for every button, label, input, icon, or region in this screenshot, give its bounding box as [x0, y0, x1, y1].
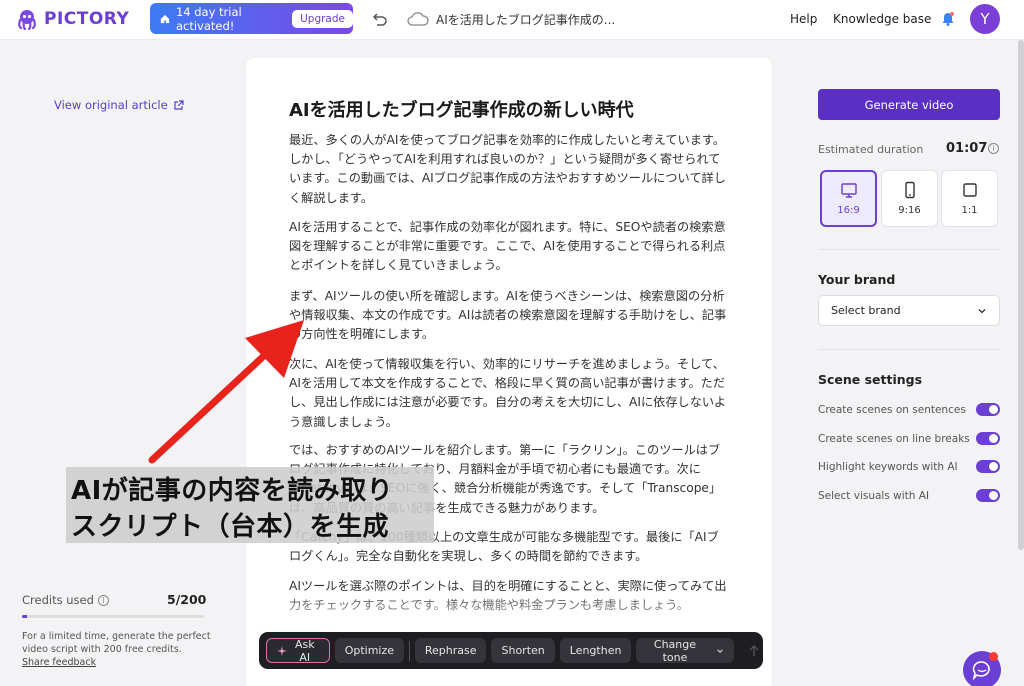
sparkle-icon: [277, 645, 287, 656]
change-tone-button[interactable]: Change tone: [636, 637, 734, 664]
toggle-label: Create scenes on sentences: [818, 403, 966, 416]
top-bar: PICTORY 14 day trial activated! Upgrade …: [0, 0, 1024, 40]
ask-ai-label: Ask AI: [294, 637, 315, 664]
document-title[interactable]: AIを活用したブログ記事作成の...: [436, 11, 615, 28]
toolbar-divider: [409, 640, 410, 661]
toggle-label: Highlight keywords with AI: [818, 460, 958, 473]
estimated-duration-label: Estimated duration: [818, 143, 924, 156]
trial-banner: 14 day trial activated! Upgrade: [150, 3, 353, 34]
script-paragraph[interactable]: 最近、多くの人がAIを使ってブログ記事を効率的に作成したいと考えています。しかし…: [289, 131, 729, 208]
generate-video-button[interactable]: Generate video: [818, 89, 1000, 120]
credits-progress-fill: [22, 615, 27, 618]
notification-bell-icon[interactable]: [940, 11, 956, 27]
shorten-button[interactable]: Shorten: [491, 638, 555, 663]
ratio-1-1[interactable]: 1:1: [941, 170, 998, 227]
info-icon[interactable]: i: [988, 143, 999, 154]
annotation-line-1: AIが記事の内容を読み取り: [71, 476, 394, 506]
toggle-switch[interactable]: [976, 403, 1000, 416]
chevron-down-icon: [716, 648, 723, 653]
divider: [818, 349, 1000, 350]
avatar[interactable]: Y: [970, 4, 1000, 34]
annotation-line-2: スクリプト（台本）を生成: [71, 512, 390, 542]
external-link-icon: [174, 99, 184, 110]
info-icon[interactable]: i: [97, 594, 109, 606]
cloud-saved-icon: [407, 12, 429, 26]
credits-progress-bar: [22, 615, 204, 618]
ratio-label: 16:9: [837, 205, 860, 216]
script-paragraph[interactable]: AIを活用することで、記事作成の効率化が図れます。特に、SEOや読者の検索意図を…: [289, 218, 729, 276]
help-link[interactable]: Help: [790, 12, 817, 26]
square-icon: [962, 183, 977, 197]
chevron-down-icon: [978, 308, 986, 313]
credits-note: For a limited time, generate the perfect…: [22, 631, 211, 655]
ratio-label: 1:1: [961, 205, 978, 216]
share-feedback-link[interactable]: Share feedback: [22, 657, 96, 668]
estimated-duration-value: 01:07: [946, 141, 988, 156]
view-original-label: View original article: [54, 98, 168, 112]
knowledge-base-link[interactable]: Knowledge base: [833, 12, 931, 26]
phone-icon: [904, 181, 915, 199]
logo[interactable]: PICTORY: [16, 8, 129, 30]
toggle-row-select-visuals: Select visuals with AI: [818, 489, 1000, 502]
divider: [818, 249, 1000, 250]
script-paragraph[interactable]: まず、AIツールの使い所を確認します。AIを使うべきシーンは、検索意図の分析や情…: [289, 287, 729, 345]
ask-ai-button[interactable]: Ask AI: [266, 637, 330, 664]
notification-badge: [989, 652, 998, 661]
ratio-16-9[interactable]: 16:9: [820, 170, 877, 227]
toggle-label: Create scenes on line breaks: [818, 432, 970, 445]
credits-label-text: Credits used: [22, 593, 94, 607]
scrollbar[interactable]: [1018, 40, 1024, 550]
trial-text: 14 day trial activated!: [175, 4, 242, 33]
toggle-label: Select visuals with AI: [818, 489, 930, 502]
script-paragraph[interactable]: 次に、AIを使って情報収集を行い、効率的にリサーチを進めましょう。そして、AIを…: [289, 355, 729, 432]
monitor-icon: [840, 183, 857, 198]
change-tone-label: Change tone: [653, 637, 697, 664]
your-brand-title: Your brand: [818, 272, 896, 287]
toggle-row-line-breaks: Create scenes on line breaks: [818, 432, 1000, 445]
send-button[interactable]: [745, 640, 763, 662]
select-brand-value: Select brand: [831, 304, 901, 317]
chat-bubble-icon: [972, 661, 990, 680]
ratio-label: 9:16: [898, 205, 921, 216]
optimize-button[interactable]: Optimize: [334, 638, 405, 663]
text-fade: [246, 590, 772, 630]
octopus-logo-icon: [18, 10, 36, 30]
logo-text: PICTORY: [44, 9, 130, 29]
toggle-switch[interactable]: [976, 432, 1000, 445]
lengthen-button[interactable]: Lengthen: [559, 638, 632, 663]
select-brand-dropdown[interactable]: Select brand: [818, 295, 1000, 326]
toggle-row-highlight-keywords: Highlight keywords with AI: [818, 460, 1000, 473]
ai-toolbar: Ask AI Optimize Rephrase Shorten Lengthe…: [259, 632, 763, 669]
toggle-row-sentences: Create scenes on sentences: [818, 403, 1000, 416]
home-icon: [160, 14, 170, 23]
red-arrow-annotation: [148, 320, 304, 464]
undo-icon[interactable]: [370, 10, 388, 28]
ratio-9-16[interactable]: 9:16: [881, 170, 938, 227]
script-title[interactable]: AIを活用したブログ記事作成の新しい時代: [289, 96, 634, 122]
toggle-switch[interactable]: [976, 489, 1000, 502]
rephrase-button[interactable]: Rephrase: [414, 638, 487, 663]
credits-label: Credits used i: [22, 593, 109, 607]
view-original-article-link[interactable]: View original article: [54, 98, 184, 112]
upgrade-button[interactable]: Upgrade: [292, 9, 353, 28]
arrow-up-icon: [749, 644, 759, 656]
scene-settings-title: Scene settings: [818, 372, 923, 387]
toggle-switch[interactable]: [976, 460, 1000, 473]
credits-value: 5/200: [167, 592, 207, 607]
